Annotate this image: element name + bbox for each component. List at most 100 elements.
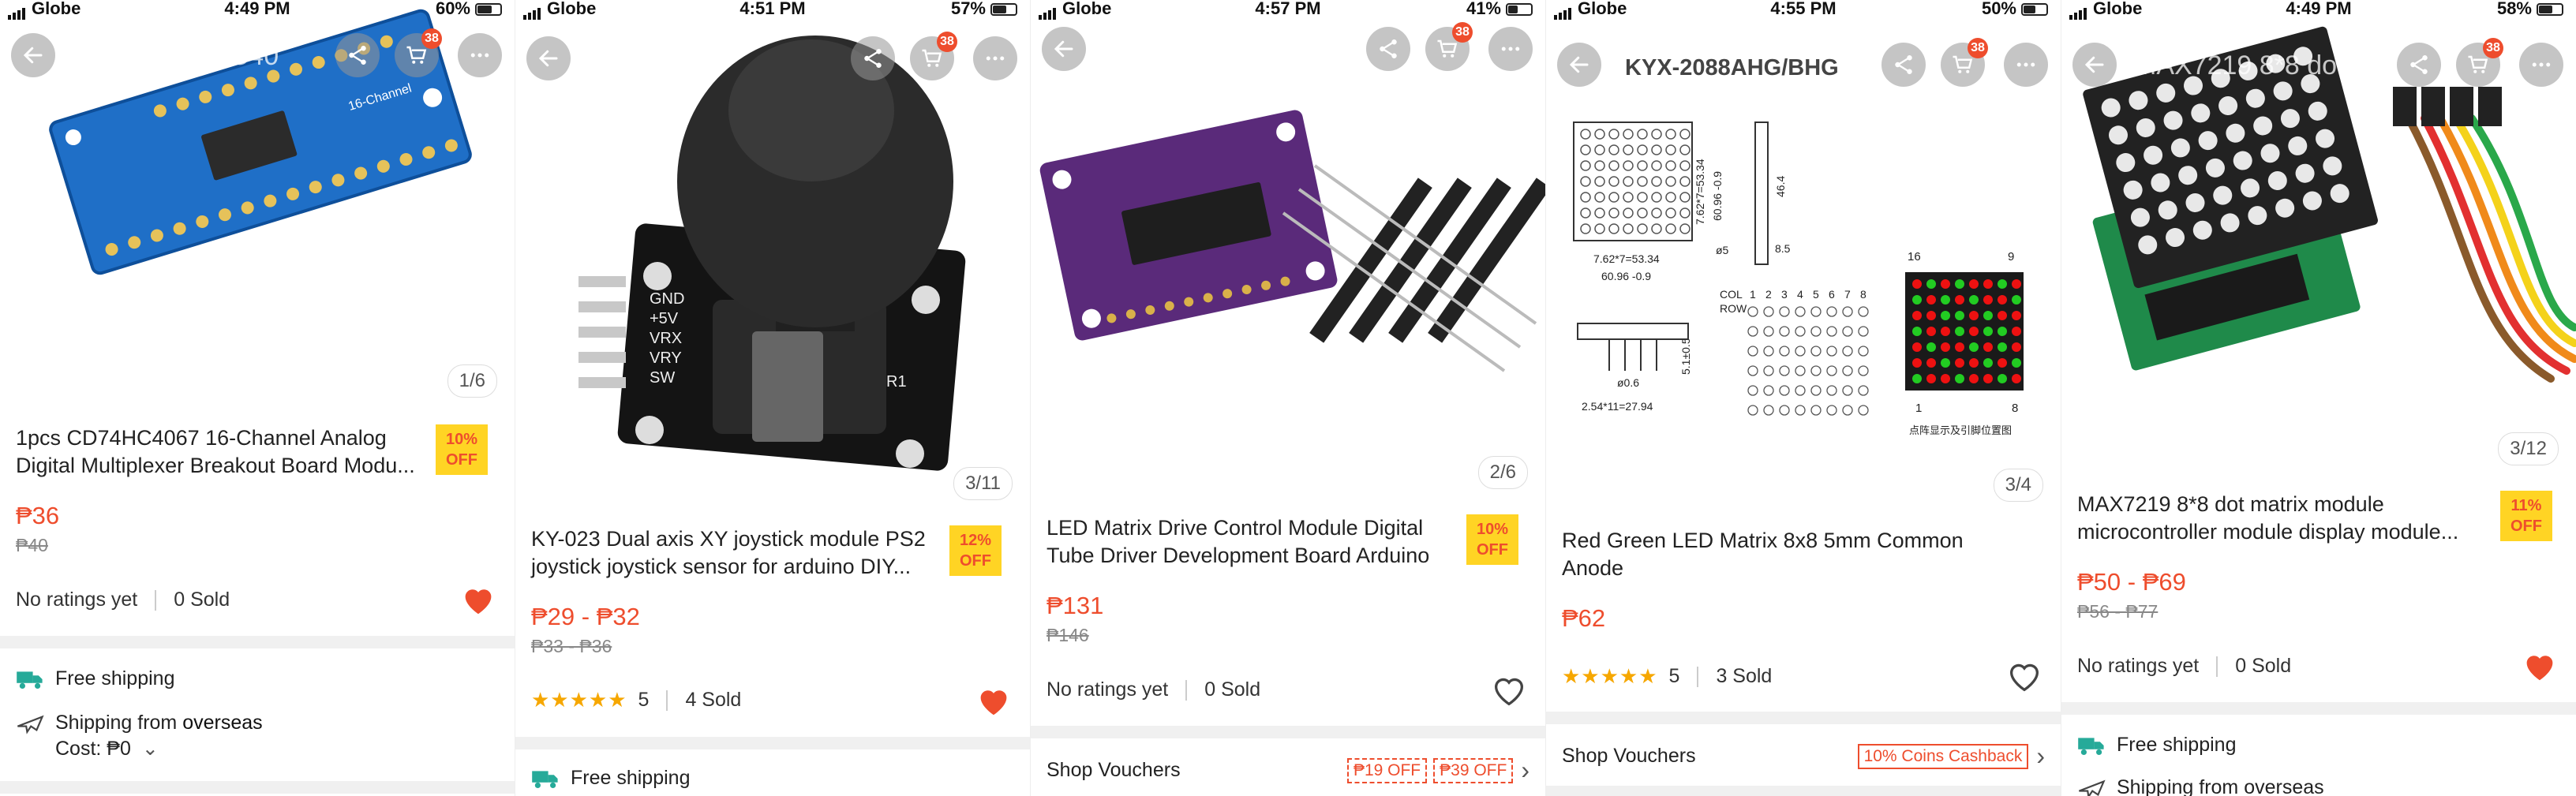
share-icon: [864, 49, 882, 68]
truck-icon: [532, 770, 558, 788]
product-price: ₱131: [1046, 592, 1104, 619]
more-button[interactable]: [973, 36, 1017, 80]
image-counter: 1/6: [447, 364, 497, 398]
more-button[interactable]: [2519, 43, 2563, 87]
image-counter: 3/11: [953, 467, 1013, 500]
cart-button[interactable]: 38: [2456, 38, 2503, 87]
cart-count-badge: 38: [2483, 38, 2503, 58]
share-button[interactable]: [1366, 27, 1410, 71]
discount-badge: 12% OFF: [949, 525, 1002, 576]
dimension-label: 5.1±0.5: [1679, 338, 1692, 375]
share-icon: [1380, 39, 1397, 58]
col-number: 7: [1844, 288, 1851, 301]
cart-button[interactable]: 38: [1941, 38, 1988, 87]
voucher-tag[interactable]: ₱39 OFF: [1433, 757, 1514, 783]
section-divider: [2061, 702, 2576, 715]
sold-count: 3 Sold: [1716, 665, 1773, 687]
shop-vouchers-row[interactable]: Shop Vouchers ₱19 OFF ₱39 OFF ›: [1046, 756, 1530, 785]
col-number: 6: [1829, 288, 1835, 301]
original-price: ₱33 - ₱36: [531, 636, 612, 656]
shipping-from-row[interactable]: Shipping from overseas: [2077, 776, 2324, 796]
product-price: ₱50 - ₱69: [2077, 568, 2186, 596]
col-number: 2: [1765, 288, 1772, 301]
cart-button[interactable]: 38: [1425, 22, 1473, 71]
product-name: MAX7219 8*8 dot matrix module microcontr…: [2077, 492, 2459, 544]
col-number: 4: [1797, 288, 1803, 301]
voucher-tag[interactable]: 10% Coins Cashback: [1857, 743, 2029, 769]
shop-vouchers-row[interactable]: Shop Vouchers 10% Coins Cashback ›: [1562, 742, 2045, 771]
dimension-label: ø5: [1716, 244, 1729, 256]
board-label: SW: [650, 369, 675, 387]
product-panel-2: GND +5V VRX VRY SW R1 Globe 4:51 PM 57% …: [515, 0, 1031, 796]
image-counter: 2/6: [1477, 456, 1528, 489]
discount-badge: 10% OFF: [1466, 514, 1518, 565]
shipping-cost-row[interactable]: Cost: ₱0 ⌄: [55, 737, 159, 760]
product-name: LED Matrix Drive Control Module Digital …: [1046, 516, 1430, 567]
section-divider: [1546, 712, 2061, 724]
share-icon: [2410, 55, 2428, 74]
back-arrow-icon: [2084, 56, 2104, 73]
section-divider: [1031, 726, 1545, 738]
product-image[interactable]: GND +5V VRX VRY SW R1: [515, 0, 1030, 473]
product-image[interactable]: [1031, 0, 1545, 458]
truck-icon: [2078, 737, 2104, 755]
board-ref: R1: [886, 373, 907, 391]
more-button[interactable]: [1488, 27, 1533, 71]
heart-icon[interactable]: [461, 584, 496, 615]
product-price: ₱29 - ₱32: [531, 603, 640, 630]
board-label: GND: [650, 290, 684, 308]
rating-text: No ratings yet: [2077, 655, 2200, 677]
dimension-label: 8.5: [1775, 242, 1791, 255]
col-number: 8: [1860, 288, 1866, 301]
share-button[interactable]: [1881, 43, 1926, 87]
rating-text: No ratings yet: [16, 589, 138, 611]
more-button[interactable]: [2004, 43, 2048, 87]
more-icon: [2532, 62, 2551, 67]
shipping-from-row[interactable]: Shipping from overseas: [16, 712, 263, 734]
pin-number: 8: [2012, 402, 2018, 415]
voucher-tag[interactable]: ₱19 OFF: [1346, 757, 1428, 783]
plane-icon: [17, 715, 44, 734]
cart-button[interactable]: 38: [395, 28, 442, 77]
back-button[interactable]: [1042, 27, 1086, 71]
dimension-label: 60.96 -0.9: [1601, 270, 1651, 282]
discount-badge: 10% OFF: [436, 424, 488, 475]
board-label: +5V: [650, 310, 679, 327]
cart-count-badge: 38: [421, 28, 442, 49]
col-number: 3: [1781, 288, 1788, 301]
share-button[interactable]: [2397, 43, 2441, 87]
back-button[interactable]: [1557, 43, 1601, 87]
product-panel-1: 16-Channel Globe 4:49 PM 60% 1pcs CD74HC…: [0, 0, 515, 796]
pin-number: 16: [1908, 250, 1921, 263]
rating-value: 5: [1668, 665, 1680, 687]
dimension-label: 2.54*11=27.94: [1582, 400, 1653, 413]
image-counter: 3/4: [1993, 469, 2043, 502]
share-button[interactable]: [335, 33, 380, 77]
col-number: 1: [1750, 288, 1756, 301]
board-label: VRX: [650, 330, 682, 347]
col-label: COL: [1720, 288, 1743, 301]
back-arrow-icon: [23, 47, 43, 64]
cart-button[interactable]: 38: [910, 32, 957, 80]
sold-count: 4 Sold: [685, 689, 742, 711]
heart-icon[interactable]: [976, 685, 1011, 716]
product-price: ₱62: [1562, 604, 1606, 632]
rating-sold-row: No ratings yet 0 Sold: [2077, 655, 2291, 678]
back-button[interactable]: [526, 36, 571, 80]
more-icon: [986, 56, 1005, 61]
heart-icon[interactable]: [2007, 661, 2042, 693]
more-button[interactable]: [458, 33, 502, 77]
dimension-label: 7.62*7=53.34: [1694, 159, 1706, 225]
cart-count-badge: 38: [1452, 22, 1473, 43]
status-bar: Globe 4:49 PM 60%: [0, 0, 515, 21]
share-button[interactable]: [851, 36, 895, 80]
back-button[interactable]: [11, 33, 55, 77]
rating-sold-row: No ratings yet 0 Sold: [1046, 678, 1260, 701]
original-price: ₱40: [16, 535, 48, 555]
heart-icon[interactable]: [2522, 650, 2557, 682]
dimension-label: 7.62*7=53.34: [1593, 252, 1660, 265]
heart-icon[interactable]: [1492, 675, 1526, 707]
back-button[interactable]: [2072, 43, 2117, 87]
plane-icon: [2079, 779, 2106, 796]
col-number: 5: [1813, 288, 1819, 301]
